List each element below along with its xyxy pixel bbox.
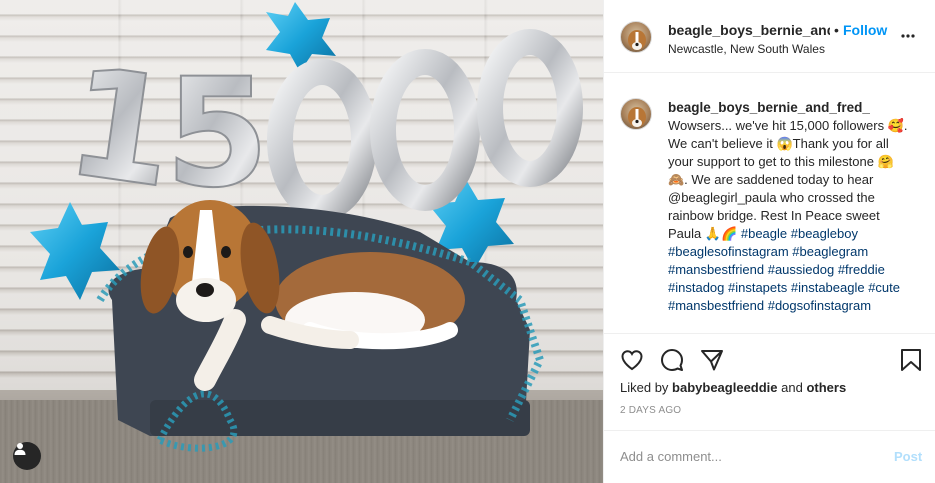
liked-by-user-link[interactable]: babybeagleeddie [672,380,777,395]
number-balloon-5: 5 [165,47,269,221]
dog-eye-left [183,246,193,258]
caption-username[interactable]: beagle_boys_bernie_and_fred_ [668,99,908,117]
header-username[interactable]: beagle_boys_bernie_and_fred_ [668,22,830,38]
dog-eye-right [221,246,231,258]
liked-by-text: Liked by babybeagleeddie and others [620,380,846,395]
number-balloon-0-third [477,29,583,187]
caption-area: beagle_boys_bernie_and_fred_ Wowsers... … [604,74,935,333]
caption-avatar[interactable] [620,98,652,130]
photo-scene: 1 5 [30,2,583,452]
heart-icon[interactable] [620,348,644,372]
comment-form: Post [604,430,935,483]
liked-by-prefix: Liked by [620,380,673,395]
liked-by-middle: and [777,380,807,395]
post-date[interactable]: 2 DAYS AGO [620,405,681,416]
user-tag-icon [14,443,26,455]
post-actions: Liked by babybeagleeddie and others 2 DA… [604,333,935,483]
liked-by-others-link[interactable]: others [806,380,846,395]
post-comment-button[interactable]: Post [894,449,922,464]
couch-base [150,400,530,436]
header-separator: • [834,22,839,38]
comment-input[interactable] [620,445,870,467]
post-header: beagle_boys_bernie_and_fred_ • Follow Ne… [604,0,935,73]
number-balloon-0-second [370,49,480,211]
beagle-avatar-image [628,107,646,127]
avatar[interactable] [620,21,652,53]
comment-icon[interactable] [660,348,684,372]
location-link[interactable]: Newcastle, New South Wales [668,42,825,56]
paper-plane-icon[interactable] [700,348,724,372]
post-caption: beagle_boys_bernie_and_fred_ Wowsers... … [668,99,908,315]
bookmark-icon[interactable] [900,348,922,372]
post-sidebar: beagle_boys_bernie_and_fred_ • Follow Ne… [603,0,935,483]
caption-text: Wowsers... we've hit 15,000 followers 🥰.… [668,118,908,241]
follow-button[interactable]: Follow [843,22,887,38]
user-tag-button[interactable] [13,442,41,470]
number-balloon-0-first [267,59,377,221]
more-options-icon[interactable] [900,28,916,44]
beagle-avatar-image [628,30,646,50]
post-photo[interactable]: 1 5 [0,0,603,483]
dog-nose [196,283,214,297]
